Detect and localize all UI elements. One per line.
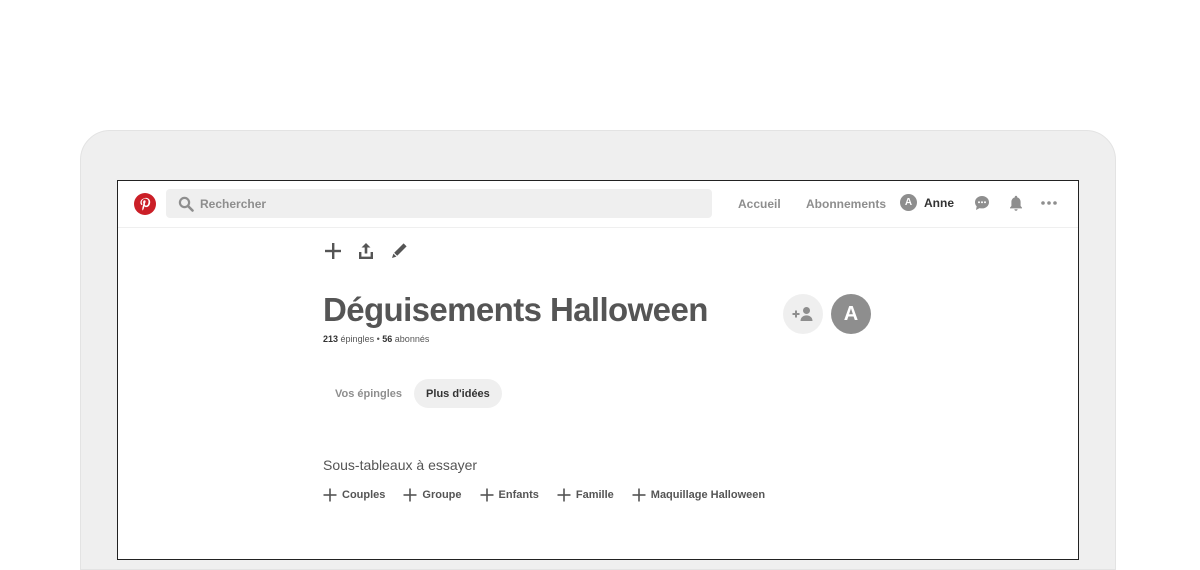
subboard-suggestion-enfants[interactable]: Enfants <box>480 488 539 502</box>
tab-your-pins[interactable]: Vos épingles <box>323 379 414 408</box>
followers-count[interactable]: 56 <box>382 334 392 344</box>
nav-home-link[interactable]: Accueil <box>738 197 781 211</box>
subboards-title: Sous-tableaux à essayer <box>323 457 478 473</box>
collaborator-avatar[interactable]: A <box>831 294 871 334</box>
nav-user-profile[interactable]: A Anne <box>900 194 954 211</box>
tab-more-ideas[interactable]: Plus d'idées <box>414 379 502 408</box>
search-icon <box>178 196 194 212</box>
top-nav-bar: Accueil Abonnements A Anne <box>118 181 1078 228</box>
subboard-label: Maquillage Halloween <box>650 489 766 501</box>
plus-icon <box>323 488 337 502</box>
board-tabs: Vos épingles Plus d'idées <box>323 379 502 408</box>
plus-icon <box>480 488 494 502</box>
edit-icon[interactable] <box>389 241 409 261</box>
more-icon[interactable] <box>1040 194 1058 212</box>
subboard-label: Enfants <box>498 489 539 501</box>
nav-following-link[interactable]: Abonnements <box>806 197 886 211</box>
search-input[interactable] <box>200 196 680 211</box>
pins-count: 213 <box>323 334 339 344</box>
board-tools <box>323 241 422 261</box>
pinterest-logo-icon[interactable] <box>134 193 156 215</box>
user-name: Anne <box>924 195 954 210</box>
browser-screen: Accueil Abonnements A Anne <box>117 180 1079 560</box>
plus-icon <box>403 488 417 502</box>
board-stats: 213 épingles • 56 abonnés <box>323 334 429 344</box>
plus-icon <box>557 488 571 502</box>
add-collaborator-button[interactable] <box>783 294 823 334</box>
search-bar[interactable] <box>166 189 712 218</box>
pins-label: épingles <box>340 334 375 344</box>
subboard-label: Couples <box>342 489 386 501</box>
subboard-suggestion-couples[interactable]: Couples <box>323 488 385 502</box>
subboard-label: Groupe <box>422 489 462 501</box>
board-title: Déguisements Halloween <box>323 291 708 328</box>
followers-label[interactable]: abonnés <box>395 334 430 344</box>
subboard-label: Famille <box>575 489 614 501</box>
chat-icon[interactable] <box>973 194 991 212</box>
bell-icon[interactable] <box>1007 194 1025 212</box>
share-icon[interactable] <box>356 241 376 261</box>
add-person-icon <box>792 307 813 321</box>
user-avatar: A <box>900 194 917 211</box>
subboard-suggestion-groupe[interactable]: Groupe <box>403 488 462 502</box>
plus-icon <box>632 488 646 502</box>
stats-separator: • <box>376 334 380 344</box>
subboard-suggestions: Couples Groupe Enfants Famille Maquillag… <box>323 488 783 502</box>
subboard-suggestion-maquillage[interactable]: Maquillage Halloween <box>632 488 765 502</box>
subboard-suggestion-famille[interactable]: Famille <box>557 488 614 502</box>
plus-icon[interactable] <box>323 241 343 261</box>
